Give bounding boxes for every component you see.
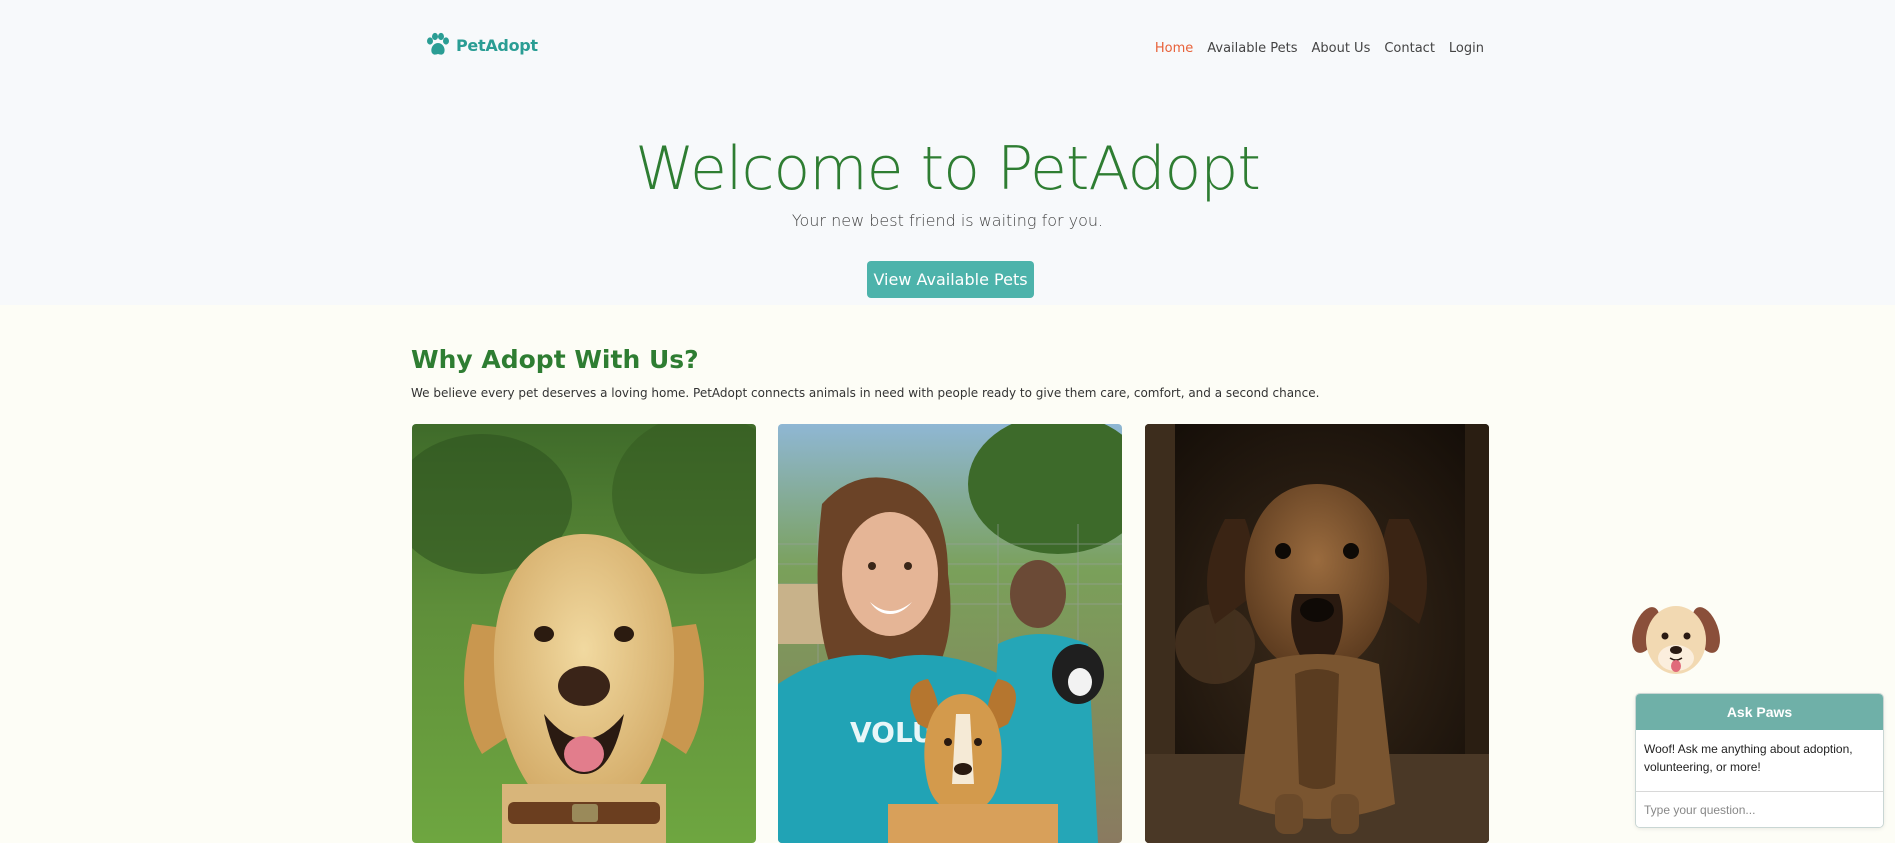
golden-labrador-photo [412, 424, 756, 843]
nav-available-pets[interactable]: Available Pets [1207, 41, 1297, 56]
paw-icon [427, 32, 449, 55]
brand-name: PetAdopt [456, 35, 538, 55]
brand-logo[interactable]: PetAdopt [424, 32, 538, 58]
nav-login[interactable]: Login [1449, 41, 1484, 56]
hero-title: Welcome to PetAdopt [635, 134, 1261, 204]
view-available-pets-button[interactable]: View Available Pets [867, 261, 1034, 298]
chat-question-input[interactable] [1636, 791, 1883, 827]
main-nav: Home Available Pets About Us Contact Log… [1155, 41, 1484, 56]
volunteers-with-dog-photo: VOLUNTE [778, 424, 1122, 843]
nav-home[interactable]: Home [1155, 41, 1193, 56]
why-section-text: We believe every pet deserves a loving h… [411, 386, 1320, 400]
hero-section: PetAdopt Home Available Pets About Us Co… [0, 0, 1895, 305]
why-section-title: Why Adopt With Us? [411, 345, 699, 374]
chat-widget: Ask Paws Woof! Ask me anything about ado… [1635, 693, 1884, 828]
chat-bot-message: Woof! Ask me anything about adoption, vo… [1644, 742, 1853, 774]
puppy-photo [1145, 424, 1489, 843]
nav-about-us[interactable]: About Us [1311, 41, 1370, 56]
hero-subtitle: Your new best friend is waiting for you. [791, 211, 1104, 230]
chat-title: Ask Paws [1636, 694, 1883, 730]
nav-contact[interactable]: Contact [1384, 41, 1435, 56]
dog-face-icon[interactable] [1632, 600, 1720, 682]
